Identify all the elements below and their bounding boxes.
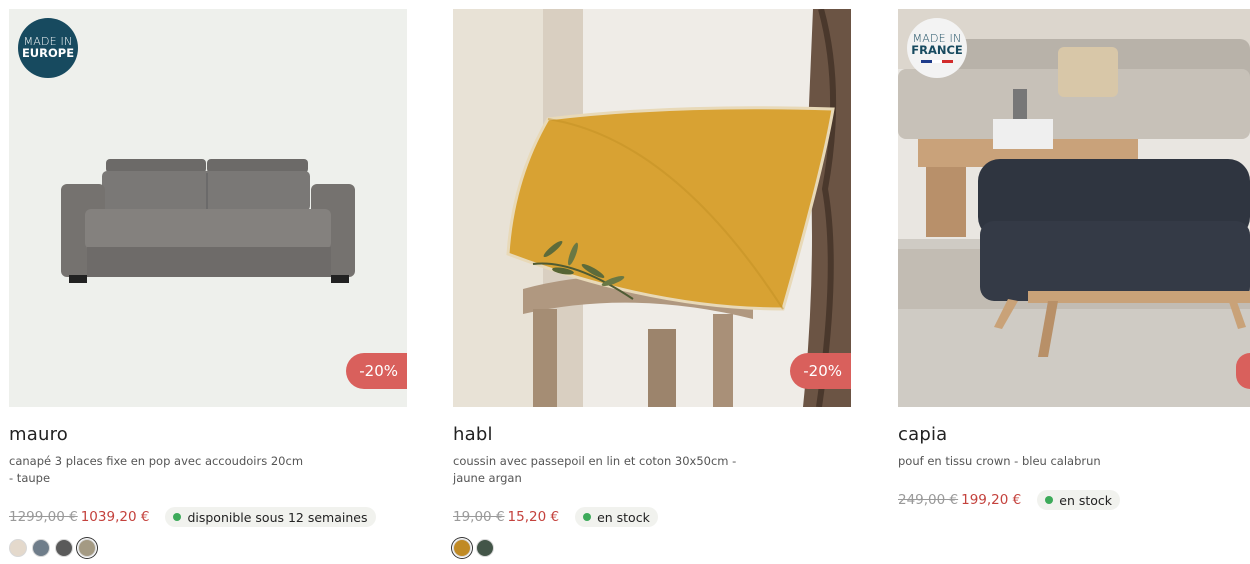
status-dot-icon xyxy=(1045,496,1054,504)
product-image[interactable]: MADE IN FRANCE xyxy=(898,9,1250,407)
old-price: 19,00 € xyxy=(453,509,505,525)
availability-text: disponible sous 12 semaines xyxy=(187,509,368,525)
cushion-image xyxy=(453,9,851,407)
badge-line2: FRANCE xyxy=(911,43,963,58)
color-swatches xyxy=(453,539,851,557)
swatch-mustard[interactable] xyxy=(453,539,471,557)
sale-price: 15,20 € xyxy=(507,509,560,525)
availability-badge: disponible sous 12 semaines xyxy=(165,507,376,527)
status-dot-icon xyxy=(583,513,592,521)
product-card-mauro[interactable]: MADE IN EUROPE -20% mauro canapé 3 place… xyxy=(9,9,407,557)
old-price: 1299,00 € xyxy=(9,509,78,525)
product-name[interactable]: habl xyxy=(453,424,851,445)
product-description: coussin avec passepoil en lin et coton 3… xyxy=(453,454,737,485)
color-swatches xyxy=(9,539,407,557)
swatch-taupe[interactable] xyxy=(78,539,96,557)
product-card-habl[interactable]: -20% habl coussin avec passepoil en lin … xyxy=(453,9,851,557)
product-name[interactable]: capia xyxy=(898,424,1250,445)
old-price: 249,00 € xyxy=(898,492,959,508)
product-image[interactable]: -20% xyxy=(453,9,851,407)
product-description: pouf en tissu crown - bleu calabrun xyxy=(898,454,1101,468)
made-in-europe-badge: MADE IN EUROPE xyxy=(18,18,78,78)
status-dot-icon xyxy=(173,513,182,521)
price-row: 1299,00 € 1039,20 € disponible sous 12 s… xyxy=(9,507,407,527)
badge-line2: EUROPE xyxy=(21,46,75,61)
discount-badge: -20% xyxy=(790,353,851,389)
swatch-dark-grey[interactable] xyxy=(55,539,73,557)
availability-text: en stock xyxy=(597,509,650,525)
availability-badge: en stock xyxy=(1037,490,1121,510)
swatch-blue-grey[interactable] xyxy=(32,539,50,557)
made-in-france-badge: MADE IN FRANCE xyxy=(907,18,967,78)
availability-text: en stock xyxy=(1059,492,1113,508)
swatch-dark-green[interactable] xyxy=(476,539,494,557)
availability-badge: en stock xyxy=(575,507,658,527)
discount-badge xyxy=(1236,353,1250,389)
discount-badge: -20% xyxy=(346,353,407,389)
sale-price: 1039,20 € xyxy=(80,509,150,525)
price-row: 19,00 € 15,20 € en stock xyxy=(453,507,851,527)
product-image[interactable]: MADE IN EUROPE -20% xyxy=(9,9,407,407)
product-name[interactable]: mauro xyxy=(9,424,407,445)
price-row: 249,00 € 199,20 € en stock xyxy=(898,490,1250,510)
product-card-capia[interactable]: MADE IN FRANCE capia pouf en tissu crown… xyxy=(898,9,1250,510)
swatch-beige[interactable] xyxy=(9,539,27,557)
sale-price: 199,20 € xyxy=(961,492,1022,508)
french-flag-icon xyxy=(921,59,954,63)
product-description: canapé 3 places fixe en pop avec accoudo… xyxy=(9,454,304,485)
